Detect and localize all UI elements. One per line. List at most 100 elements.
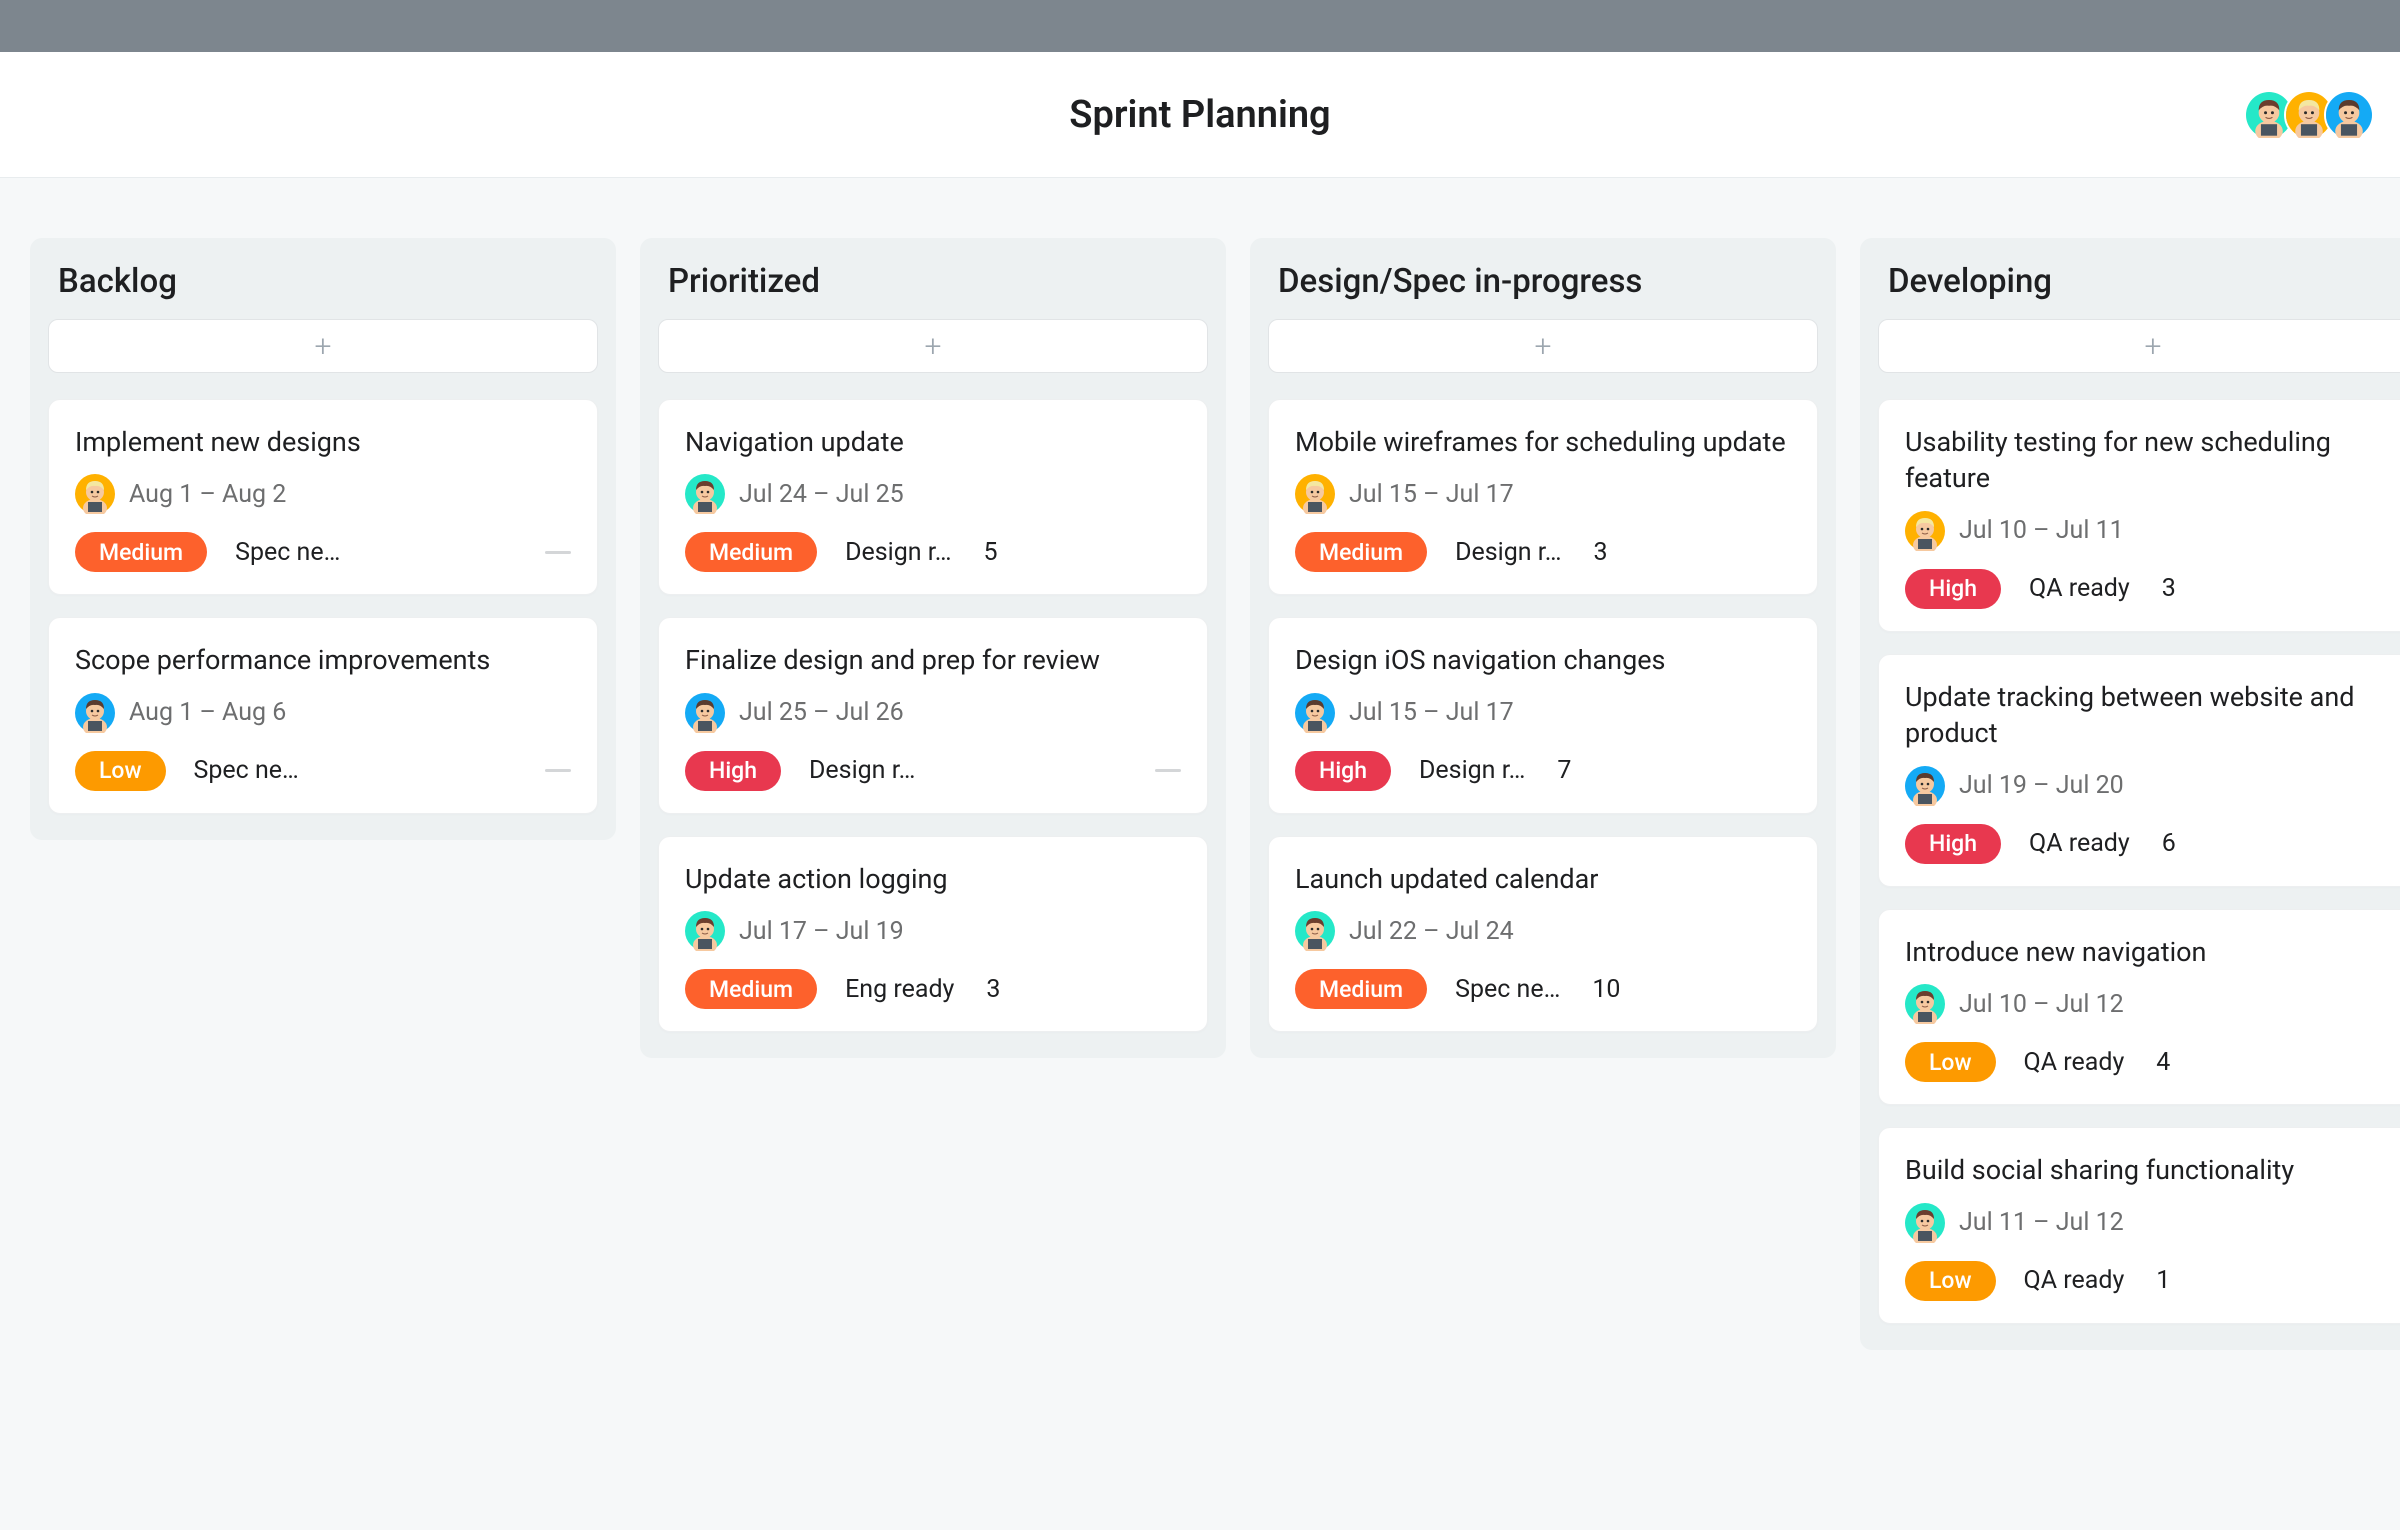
add-card-button[interactable]: + bbox=[1268, 319, 1818, 373]
subtask-count: 6 bbox=[2162, 829, 2176, 858]
priority-pill: Medium bbox=[685, 969, 817, 1009]
assignee-avatar[interactable] bbox=[1295, 911, 1335, 951]
priority-pill: Medium bbox=[75, 532, 207, 572]
priority-pill: Low bbox=[1905, 1042, 1996, 1082]
card-bottom-row: High Design r… 7 bbox=[1295, 751, 1791, 791]
status-label: Design r… bbox=[1455, 538, 1561, 567]
card-meta-row: Jul 22 – Jul 24 bbox=[1295, 911, 1791, 951]
card-bottom-row: High Design r… bbox=[685, 751, 1181, 791]
card-bottom-row: Medium Design r… 3 bbox=[1295, 532, 1791, 572]
assignee-avatar[interactable] bbox=[1905, 984, 1945, 1024]
task-card[interactable]: Launch updated calendarJul 22 – Jul 24Me… bbox=[1268, 836, 1818, 1032]
add-card-button[interactable]: + bbox=[658, 319, 1208, 373]
add-card-button[interactable]: + bbox=[48, 319, 598, 373]
status-label: Spec ne… bbox=[235, 538, 340, 567]
priority-pill: High bbox=[1295, 751, 1391, 791]
card-bottom-row: LowQA ready1 bbox=[1905, 1261, 2400, 1301]
assignee-avatar[interactable] bbox=[1905, 511, 1945, 551]
subtask-count: 4 bbox=[2156, 1048, 2170, 1077]
status-label: QA ready bbox=[2024, 1266, 2125, 1295]
card-date-range: Jul 15 – Jul 17 bbox=[1349, 480, 1514, 509]
assignee-avatar[interactable] bbox=[685, 911, 725, 951]
empty-field-dash bbox=[545, 551, 571, 554]
card-bottom-row: High QA ready 3 bbox=[1905, 569, 2400, 609]
card-date-range: Jul 15 – Jul 17 bbox=[1349, 698, 1514, 727]
priority-pill: High bbox=[685, 751, 781, 791]
column-title: Design/Spec in-progress bbox=[1278, 262, 1808, 301]
priority-pill: Low bbox=[75, 751, 166, 791]
plus-icon: + bbox=[1535, 329, 1552, 364]
card-date-range: Jul 19 – Jul 20 bbox=[1959, 771, 2124, 800]
status-label: Design r… bbox=[809, 756, 915, 785]
card-title: Scope performance improvements bbox=[75, 642, 571, 678]
board-column: Design/Spec in-progress + Mobile wireframe… bbox=[1250, 238, 1836, 1058]
member-avatar[interactable] bbox=[2324, 90, 2374, 140]
card-date-range: Jul 11 – Jul 12 bbox=[1959, 1208, 2124, 1237]
assignee-avatar[interactable] bbox=[1905, 766, 1945, 806]
project-header: Sprint Planning bbox=[0, 52, 2400, 178]
priority-pill: High bbox=[1905, 824, 2001, 864]
card-meta-row: Jul 15 – Jul 17 bbox=[1295, 474, 1791, 514]
subtask-count: 10 bbox=[1592, 975, 1620, 1004]
member-avatar-stack[interactable] bbox=[2254, 90, 2374, 140]
card-bottom-row: Low Spec ne… bbox=[75, 751, 571, 791]
assignee-avatar[interactable] bbox=[685, 474, 725, 514]
empty-field-dash bbox=[1155, 769, 1181, 772]
task-card[interactable]: Update tracking between website and prod… bbox=[1878, 654, 2400, 887]
assignee-avatar[interactable] bbox=[1905, 1203, 1945, 1243]
card-title: Navigation update bbox=[685, 424, 1181, 460]
card-bottom-row: HighQA ready6 bbox=[1905, 824, 2400, 864]
task-card[interactable]: Mobile wireframes for scheduling updateJ… bbox=[1268, 399, 1818, 595]
card-meta-row: Jul 10 – Jul 12 bbox=[1905, 984, 2400, 1024]
subtask-count: 3 bbox=[1593, 538, 1607, 567]
card-title: Implement new designs bbox=[75, 424, 571, 460]
board-column: Prioritized+Navigation updateJul 24 – Ju… bbox=[640, 238, 1226, 1058]
column-title: Developing bbox=[1888, 262, 2400, 301]
card-date-range: Jul 10 – Jul 11 bbox=[1959, 516, 2124, 545]
plus-icon: + bbox=[2145, 329, 2162, 364]
card-meta-row: Jul 25 – Jul 26 bbox=[685, 693, 1181, 733]
subtask-count: 3 bbox=[2162, 574, 2176, 603]
card-meta-row: Jul 17 – Jul 19 bbox=[685, 911, 1181, 951]
task-card[interactable]: Introduce new navigation Jul 10 – Jul 12 L… bbox=[1878, 909, 2400, 1105]
priority-pill: Medium bbox=[1295, 969, 1427, 1009]
task-card[interactable]: Scope performance improvementsAug 1 – Au… bbox=[48, 617, 598, 813]
add-card-button[interactable]: + bbox=[1878, 319, 2400, 373]
assignee-avatar[interactable] bbox=[1295, 474, 1335, 514]
status-label: Design r… bbox=[845, 538, 951, 567]
plus-icon: + bbox=[315, 329, 332, 364]
task-card[interactable]: Build social sharing functionalityJul 11… bbox=[1878, 1127, 2400, 1323]
card-bottom-row: MediumSpec ne…10 bbox=[1295, 969, 1791, 1009]
card-meta-row: Jul 24 – Jul 25 bbox=[685, 474, 1181, 514]
card-title: Update tracking between website and prod… bbox=[1905, 679, 2400, 752]
assignee-avatar[interactable] bbox=[685, 693, 725, 733]
task-card[interactable]: Design iOS navigation changes Jul 15 – Ju… bbox=[1268, 617, 1818, 813]
card-title: Introduce new navigation bbox=[1905, 934, 2400, 970]
status-label: Spec ne… bbox=[194, 756, 299, 785]
task-card[interactable]: Usability testing for new scheduling fea… bbox=[1878, 399, 2400, 632]
assignee-avatar[interactable] bbox=[75, 474, 115, 514]
window-chrome-bar bbox=[0, 0, 2400, 52]
card-title: Usability testing for new scheduling fea… bbox=[1905, 424, 2400, 497]
card-bottom-row: Low QA ready 4 bbox=[1905, 1042, 2400, 1082]
card-title: Design iOS navigation changes bbox=[1295, 642, 1791, 678]
subtask-count: 7 bbox=[1557, 756, 1571, 785]
task-card[interactable]: Update action logging Jul 17 – Jul 19 Medi… bbox=[658, 836, 1208, 1032]
status-label: QA ready bbox=[2024, 1048, 2125, 1077]
card-title: Update action logging bbox=[685, 861, 1181, 897]
priority-pill: High bbox=[1905, 569, 2001, 609]
board-column: Backlog + Implement new designsAug 1 – Aug… bbox=[30, 238, 616, 840]
plus-icon: + bbox=[925, 329, 942, 364]
card-date-range: Jul 17 – Jul 19 bbox=[739, 917, 904, 946]
status-label: QA ready bbox=[2029, 574, 2130, 603]
assignee-avatar[interactable] bbox=[1295, 693, 1335, 733]
status-label: Design r… bbox=[1419, 756, 1525, 785]
column-title: Backlog bbox=[58, 262, 588, 301]
task-card[interactable]: Finalize design and prep for reviewJul 2… bbox=[658, 617, 1208, 813]
card-date-range: Jul 25 – Jul 26 bbox=[739, 698, 904, 727]
task-card[interactable]: Navigation updateJul 24 – Jul 25MediumDe… bbox=[658, 399, 1208, 595]
card-date-range: Jul 10 – Jul 12 bbox=[1959, 990, 2124, 1019]
priority-pill: Medium bbox=[1295, 532, 1427, 572]
assignee-avatar[interactable] bbox=[75, 693, 115, 733]
task-card[interactable]: Implement new designsAug 1 – Aug 2Medium… bbox=[48, 399, 598, 595]
